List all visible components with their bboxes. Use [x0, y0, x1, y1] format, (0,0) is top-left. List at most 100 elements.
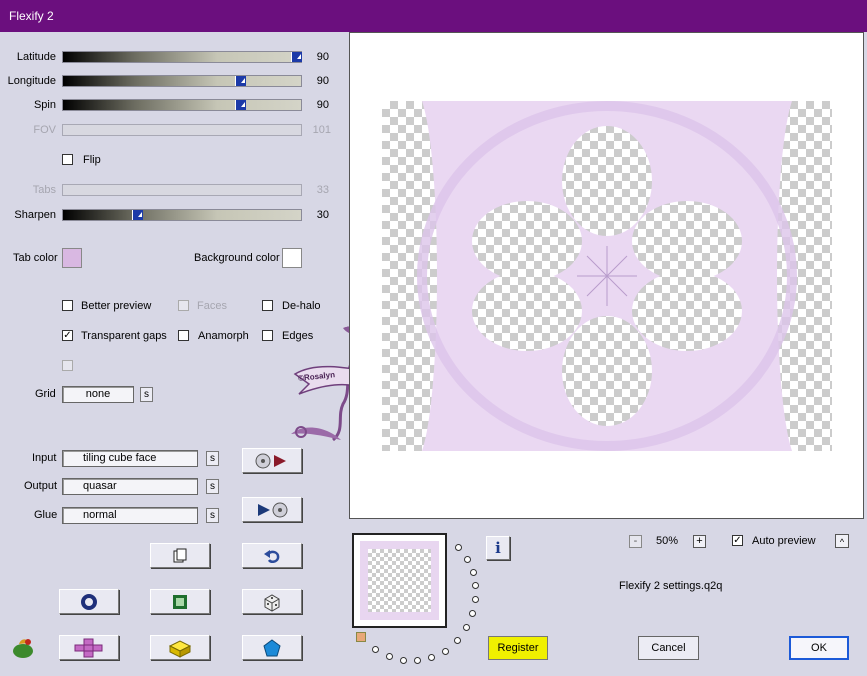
preset-dot[interactable] — [464, 556, 471, 563]
green-square-icon — [173, 594, 187, 609]
save-output-button[interactable] — [242, 497, 302, 522]
collapse-button[interactable]: ^ — [835, 534, 849, 548]
undo-button[interactable] — [242, 543, 302, 568]
tabs-label: Tabs — [32, 184, 56, 196]
latitude-slider-thumb[interactable] — [291, 52, 302, 62]
de-halo-checkbox[interactable] — [262, 300, 273, 311]
zoom-value: 50% — [656, 535, 679, 547]
auto-preview-checkbox[interactable]: ✓ — [732, 535, 743, 546]
edges-checkbox[interactable] — [262, 330, 273, 341]
longitude-slider-thumb[interactable] — [235, 76, 246, 86]
pentagon-icon — [263, 638, 281, 656]
preset-dot[interactable] — [428, 654, 435, 661]
square-shape-button[interactable] — [150, 589, 210, 614]
preset-dot[interactable] — [455, 544, 462, 551]
preset-dot[interactable] — [472, 582, 479, 589]
zoom-out-button[interactable]: - — [629, 535, 642, 548]
register-button[interactable]: Register — [488, 636, 548, 660]
grid-value: none — [85, 388, 111, 400]
sharpen-label: Sharpen — [14, 209, 56, 221]
cross-shape-button[interactable] — [59, 635, 119, 660]
cancel-button[interactable]: Cancel — [638, 636, 699, 660]
better-preview-checkbox[interactable] — [62, 300, 73, 311]
ring-icon — [81, 593, 97, 610]
input-value: tiling cube face — [83, 452, 157, 464]
tabs-value: 33 — [316, 184, 329, 196]
preset-dot[interactable] — [470, 569, 477, 576]
latitude-slider[interactable] — [62, 51, 302, 63]
yellow-cube-icon — [168, 639, 192, 658]
grid-s-button[interactable]: s — [140, 387, 153, 402]
ok-button[interactable]: OK — [789, 636, 849, 660]
dice-icon — [264, 593, 280, 612]
info-button[interactable]: i — [486, 536, 510, 560]
document-icon — [173, 548, 187, 562]
auto-preview-label: Auto preview — [752, 535, 816, 547]
output-label: Output — [24, 480, 58, 492]
grid-select[interactable]: none — [62, 386, 134, 403]
undo-arrow-icon — [264, 549, 280, 563]
tab-color-label: Tab color — [13, 252, 58, 264]
info-icon: i — [495, 539, 501, 557]
ring-shape-button[interactable] — [59, 589, 119, 614]
longitude-slider[interactable] — [62, 75, 302, 87]
glue-select[interactable]: normal — [62, 507, 198, 524]
fov-value: 101 — [312, 124, 331, 136]
spin-slider-thumb[interactable] — [235, 100, 246, 110]
spin-slider[interactable] — [62, 99, 302, 111]
cube-shape-button[interactable] — [150, 635, 210, 660]
grid-label: Grid — [35, 388, 56, 400]
input-select[interactable]: tiling cube face — [62, 450, 198, 467]
sharpen-slider-thumb[interactable] — [132, 210, 143, 220]
copy-button[interactable] — [150, 543, 210, 568]
glue-value: normal — [83, 509, 117, 521]
flip-label: Flip — [83, 154, 101, 166]
output-s-button[interactable]: s — [206, 479, 219, 494]
preset-dot[interactable] — [472, 596, 479, 603]
transparent-gaps-label: Transparent gaps — [81, 330, 167, 342]
spin-value: 90 — [316, 99, 329, 111]
longitude-value: 90 — [316, 75, 329, 87]
thumbnail-preview[interactable] — [352, 533, 447, 628]
preview-render — [382, 101, 832, 451]
thumbnail-image — [360, 541, 439, 620]
input-s-button[interactable]: s — [206, 451, 219, 466]
sharpen-slider[interactable] — [62, 209, 302, 221]
preset-dot[interactable] — [442, 648, 449, 655]
flip-checkbox[interactable] — [62, 154, 73, 165]
load-input-button[interactable] — [242, 448, 302, 473]
transparent-gaps-checkbox[interactable]: ✓ — [62, 330, 73, 341]
better-preview-label: Better preview — [81, 300, 152, 312]
preview-image — [382, 101, 832, 451]
preset-dot[interactable] — [372, 646, 379, 653]
settings-file-label: Flexify 2 settings.q2q — [619, 580, 723, 592]
preset-dot[interactable] — [386, 653, 393, 660]
preset-dot[interactable] — [469, 610, 476, 617]
preset-dot[interactable] — [463, 624, 470, 631]
sharpen-value: 30 — [316, 209, 329, 221]
preview-panel[interactable] — [349, 32, 864, 519]
collapse-icon: ^ — [839, 537, 845, 547]
tab-color-swatch[interactable] — [62, 248, 82, 268]
latitude-label: Latitude — [16, 51, 56, 63]
longitude-label: Longitude — [7, 75, 56, 87]
preset-dot[interactable] — [454, 637, 461, 644]
preset-dot[interactable] — [400, 657, 407, 664]
input-label: Input — [32, 452, 57, 464]
fov-label: FOV — [33, 124, 56, 136]
latitude-value: 90 — [316, 51, 329, 63]
zoom-in-button[interactable]: + — [693, 535, 706, 548]
window-title: Flexify 2 — [9, 9, 54, 23]
background-color-label: Background color — [194, 252, 280, 264]
background-color-swatch[interactable] — [282, 248, 302, 268]
anamorph-checkbox[interactable] — [178, 330, 189, 341]
pentagon-shape-button[interactable] — [242, 635, 302, 660]
output-select[interactable]: quasar — [62, 478, 198, 495]
preset-dot[interactable] — [414, 657, 421, 664]
cross-tiles-icon — [74, 638, 103, 657]
fov-slider — [62, 124, 302, 136]
random-button[interactable] — [242, 589, 302, 614]
glue-s-button[interactable]: s — [206, 508, 219, 523]
output-value: quasar — [83, 480, 117, 492]
preset-marker[interactable] — [356, 632, 366, 642]
